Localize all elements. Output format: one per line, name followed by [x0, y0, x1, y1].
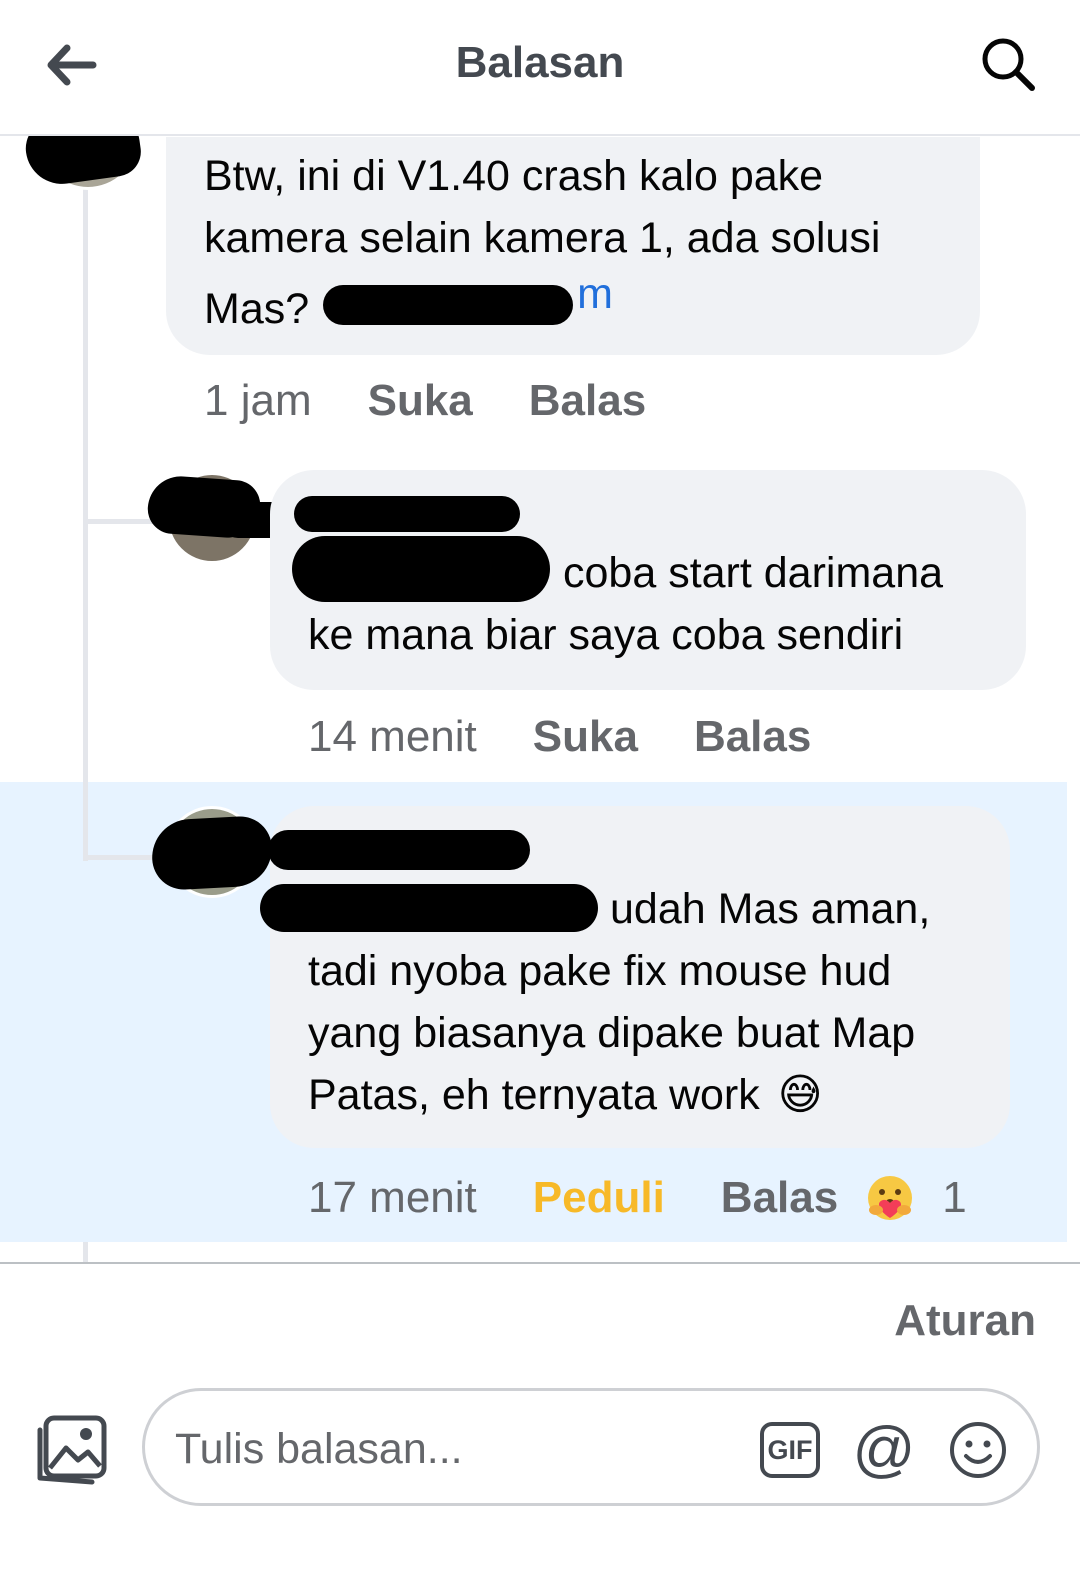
care-button[interactable]: Peduli	[533, 1173, 665, 1223]
comment-timestamp[interactable]: 17 menit	[308, 1173, 477, 1223]
mention-redacted[interactable]	[292, 536, 550, 602]
like-button[interactable]: Suka	[533, 712, 638, 762]
thread-line	[83, 136, 88, 861]
care-reaction-icon	[868, 1176, 913, 1220]
photo-icon	[37, 1415, 107, 1485]
reply-input[interactable]	[175, 1411, 735, 1487]
comment-text: tadi nyoba pake fix mouse hud yang biasa…	[308, 947, 916, 1119]
reply-button[interactable]: Balas	[529, 376, 646, 426]
reply-button[interactable]: Balas	[694, 712, 811, 762]
reaction-summary[interactable]: 1	[864, 1172, 967, 1224]
mention-redacted[interactable]	[260, 884, 598, 932]
gif-button[interactable]: GIF	[759, 1419, 821, 1481]
emoji-button[interactable]	[947, 1419, 1009, 1481]
smiley-icon	[950, 1422, 1006, 1478]
comment-timestamp[interactable]: 1 jam	[204, 376, 312, 426]
page-title: Balasan	[455, 38, 625, 87]
comment-timestamp[interactable]: 14 menit	[308, 712, 477, 762]
redaction-mark	[323, 285, 574, 325]
comment-text-body: tadi nyoba pake fix mouse hud yang biasa…	[308, 940, 988, 1126]
comment-bubble[interactable]: Btw, ini di V1.40 crash kalo pake kamera…	[166, 137, 980, 355]
at-icon: @	[852, 1415, 916, 1484]
comment-text: ke mana biar saya coba sendiri	[308, 611, 904, 659]
comment-text: coba start darimana	[563, 549, 944, 597]
rules-link[interactable]: Aturan	[894, 1296, 1036, 1346]
grinning-sweat-emoji: 😅	[777, 1070, 823, 1120]
gif-label: GIF	[767, 1434, 813, 1465]
mention-button[interactable]: @	[852, 1415, 916, 1484]
author-name-redacted[interactable]	[268, 830, 530, 870]
like-button[interactable]: Suka	[368, 376, 473, 426]
reply-button[interactable]: Balas	[721, 1173, 838, 1223]
reaction-count: 1	[942, 1173, 967, 1222]
divider	[0, 1262, 1080, 1264]
reply-composer[interactable]: GIF @	[142, 1388, 1040, 1506]
gif-icon: GIF	[760, 1422, 820, 1478]
top-bar: Balasan	[0, 0, 1080, 136]
search-icon	[982, 38, 1035, 91]
mention-link[interactable]: m	[321, 269, 613, 325]
comment-meta: 14 menit Suka Balas	[308, 712, 811, 762]
comment-meta: 17 menit Peduli Balas 1	[308, 1172, 967, 1224]
redaction-mark	[150, 814, 274, 892]
author-name-redacted[interactable]	[294, 496, 520, 532]
comment-meta: 1 jam Suka Balas	[204, 376, 646, 426]
add-photo-button[interactable]	[32, 1408, 112, 1488]
thread-line	[83, 1242, 88, 1264]
comment-text: udah Mas aman,	[610, 885, 931, 933]
search-button[interactable]	[976, 32, 1040, 96]
